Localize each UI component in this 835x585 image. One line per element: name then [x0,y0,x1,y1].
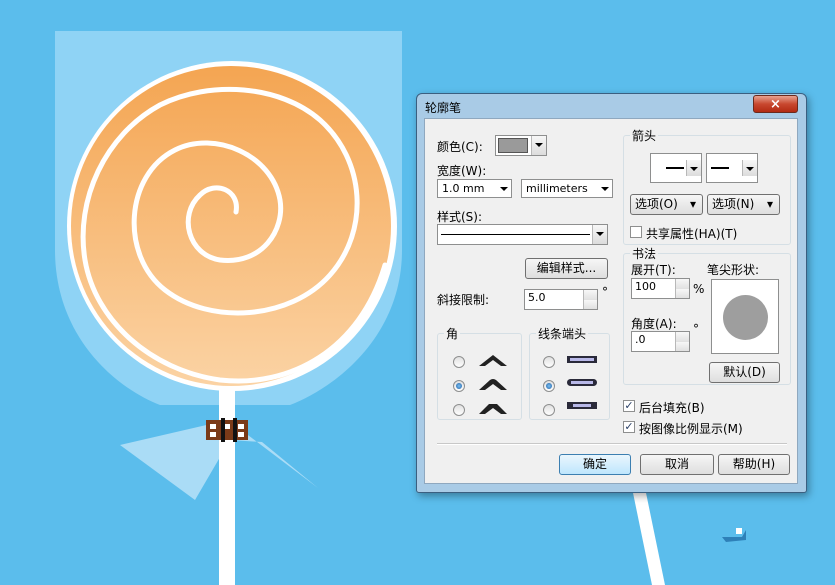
checkmark-icon: ✓ [624,420,634,433]
color-swatch [498,138,528,153]
ok-button[interactable]: 确定 [559,454,631,475]
bevel-corner-icon [479,404,507,414]
stretch-unit: % [693,282,705,296]
angle-label: 角度(A): [631,317,677,331]
second-stick [632,488,665,585]
chevron-down-icon [531,136,546,155]
dropdown-caret-icon: ▾ [689,197,696,211]
chevron-down-icon [598,180,612,197]
cap-round-radio[interactable] [543,380,555,392]
scale-with-image-checkbox[interactable]: ✓ [623,421,635,433]
angle-unit: ° [693,322,699,336]
corner-style-icons [479,355,507,414]
round-corner-icon [479,379,507,390]
outline-pen-dialog: 轮廓笔 × 颜色(C): 宽度(W): 1.0 mm millimeters 样… [416,93,807,493]
behind-fill-label: 后台填充(B) [639,401,705,415]
solid-line-preview [441,234,590,235]
start-arrow-options-button[interactable]: 选项(O) ▾ [630,194,703,215]
cap-square-radio[interactable] [543,404,555,416]
dialog-body: 颜色(C): 宽度(W): 1.0 mm millimeters 样式(S): … [424,118,798,484]
default-button[interactable]: 默认(D) [709,362,780,383]
no-arrow-icon [711,167,729,169]
width-value: 1.0 mm [442,182,485,195]
chevron-down-icon [686,160,701,176]
line-style-select[interactable] [437,224,608,245]
spin-up-icon[interactable] [675,279,689,289]
chevron-down-icon [742,160,757,176]
miter-limit-spinner[interactable]: 5.0 [524,289,598,310]
shared-attrs-checkbox[interactable] [630,226,642,238]
dialog-title: 轮廓笔 [425,101,462,115]
spin-down-icon[interactable] [675,341,689,351]
end-arrow-options-button[interactable]: 选项(N) ▾ [707,194,780,215]
stretch-spinner[interactable]: 100 [631,278,690,299]
nib-preview[interactable] [711,279,779,354]
color-picker[interactable] [495,135,547,156]
chevron-down-icon [592,225,607,244]
miter-limit-value: 5.0 [528,291,546,304]
miter-corner-icon [479,355,507,366]
start-arrow-select[interactable] [650,153,702,183]
style-label: 样式(S): [437,210,483,224]
miter-unit: ° [602,285,608,299]
color-label: 颜色(C): [437,140,483,154]
angle-value: .0 [635,333,646,346]
spin-up-icon[interactable] [583,290,597,300]
stretch-value: 100 [635,280,656,293]
corner-bevel-radio[interactable] [453,404,465,416]
chevron-down-icon [497,180,511,197]
linecap-group-label: 线条端头 [536,325,589,342]
selection-handles[interactable] [206,418,248,442]
cancel-button[interactable]: 取消 [640,454,714,475]
no-arrow-icon [666,167,684,169]
stretch-label: 展开(T): [631,263,676,277]
scale-with-image-label: 按图像比例显示(M) [639,422,743,436]
help-button[interactable]: 帮助(H) [718,454,790,475]
spin-down-icon[interactable] [675,288,689,298]
unit-value: millimeters [526,182,588,195]
cap-butt-radio[interactable] [543,356,555,368]
unit-select[interactable]: millimeters [521,179,613,198]
dialog-titlebar[interactable]: 轮廓笔 × [417,94,806,118]
end-arrow-options-label: 选项(N) [712,197,755,211]
shared-attrs-label: 共享属性(HA)(T) [646,227,738,241]
lollipop [67,61,397,585]
linecap-icons [567,356,597,409]
angle-spinner[interactable]: .0 [631,331,690,352]
corner-round-radio[interactable] [453,380,465,392]
corner-fragment [722,528,746,542]
checkmark-icon: ✓ [624,399,634,412]
corner-miter-radio[interactable] [453,356,465,368]
spin-down-icon[interactable] [583,299,597,309]
nib-circle-icon [723,295,768,340]
spin-up-icon[interactable] [675,332,689,342]
corner-group-label: 角 [444,325,461,342]
close-button[interactable]: × [753,95,798,113]
miter-limit-label: 斜接限制: [437,293,490,307]
width-label: 宽度(W): [437,164,487,178]
nib-shape-label: 笔尖形状: [707,263,760,277]
width-select[interactable]: 1.0 mm [437,179,512,198]
calligraphy-group-label: 书法 [630,245,659,262]
edit-style-button[interactable]: 编辑样式... [525,258,608,279]
dropdown-caret-icon: ▾ [766,197,773,211]
bottom-separator [437,443,787,445]
start-arrow-options-label: 选项(O) [635,197,678,211]
behind-fill-checkbox[interactable]: ✓ [623,400,635,412]
arrow-group-label: 箭头 [630,127,659,144]
end-arrow-select[interactable] [706,153,758,183]
